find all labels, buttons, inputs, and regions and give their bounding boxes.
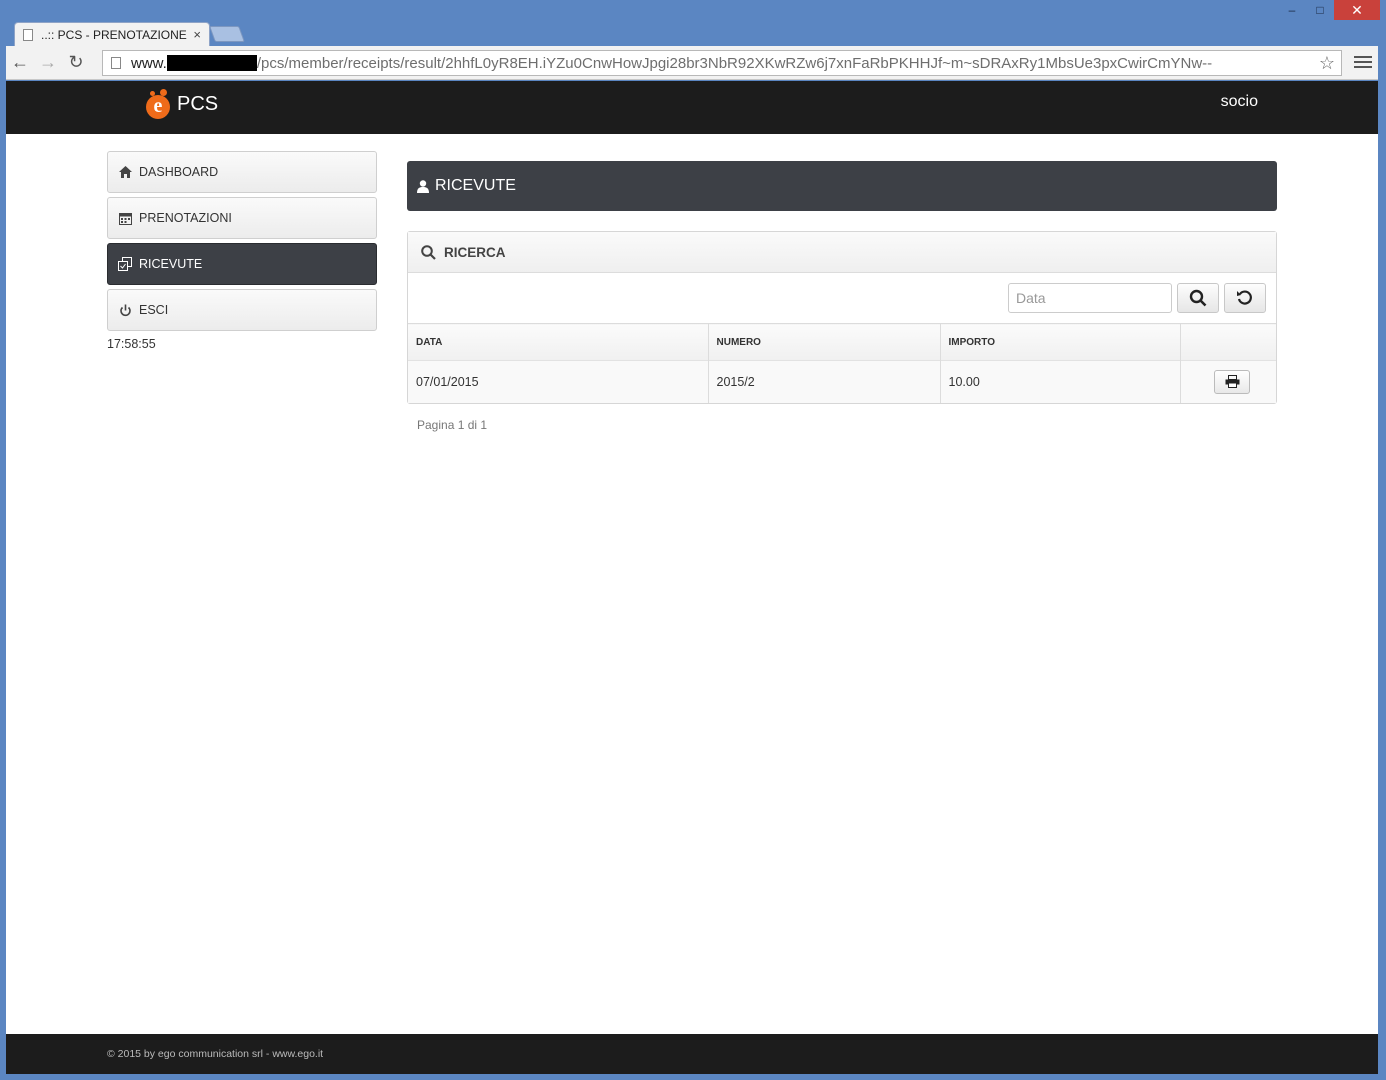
page-title: RICEVUTE: [435, 177, 516, 194]
minimize-button[interactable]: –: [1278, 0, 1306, 20]
app-topbar: e PCS socio: [6, 81, 1378, 134]
browser-menu-icon[interactable]: [1354, 52, 1372, 72]
url-host: www.: [131, 54, 167, 72]
footer-copyright: © 2015 by ego communication srl - www.eg…: [107, 1048, 324, 1060]
pagination-info: Pagina 1 di 1: [417, 417, 488, 432]
page-header: RICEVUTE: [407, 161, 1277, 211]
back-button[interactable]: ←: [6, 49, 34, 77]
page-icon: [111, 57, 121, 69]
sidebar-item-dashboard[interactable]: DASHBOARD: [107, 151, 377, 193]
browser-window: – □ ✕ ..:: PCS - PRENOTAZIONE × ← → ↻ ww…: [0, 0, 1386, 1080]
print-icon: [1225, 375, 1240, 389]
forward-button[interactable]: →: [34, 49, 62, 77]
clock: 17:58:55: [107, 337, 156, 351]
maximize-button[interactable]: □: [1306, 0, 1334, 20]
reset-button[interactable]: [1224, 283, 1266, 313]
cell-data: 07/01/2015: [408, 360, 709, 403]
table-row: 07/01/2015 2015/2 10.00: [408, 360, 1276, 403]
table-header-row: DATA NUMERO IMPORTO: [408, 323, 1276, 361]
search-icon: [1189, 289, 1207, 307]
receipts-icon: [118, 257, 132, 271]
column-header-numero[interactable]: NUMERO: [708, 323, 941, 361]
bookmark-star-icon[interactable]: ☆: [1319, 53, 1335, 74]
sidebar-item-label: DASHBOARD: [139, 165, 219, 179]
receipts-table: DATA NUMERO IMPORTO 07/01/2015 2015/2 10…: [408, 323, 1276, 403]
date-input[interactable]: [1008, 283, 1172, 313]
search-icon: [421, 244, 436, 260]
page-icon: [23, 28, 33, 41]
tab-strip: ..:: PCS - PRENOTAZIONE ×: [6, 20, 1378, 46]
cell-numero: 2015/2: [708, 360, 941, 403]
tab-title: ..:: PCS - PRENOTAZIONE: [41, 27, 187, 42]
new-tab-button[interactable]: [209, 26, 245, 42]
sidebar-item-prenotazioni[interactable]: PRENOTAZIONI: [107, 197, 377, 239]
main-content: RICEVUTE RICERCA Data DATA NUMERO IMPORT…: [407, 161, 1277, 432]
window-close-button[interactable]: ✕: [1334, 0, 1380, 20]
sidebar-item-label: RICEVUTE: [139, 257, 203, 271]
tab-close-icon[interactable]: ×: [193, 27, 201, 42]
cell-importo: 10.00: [940, 360, 1181, 403]
search-row: [408, 273, 1276, 323]
window-controls: – □ ✕: [1278, 0, 1380, 22]
column-header-importo[interactable]: IMPORTO: [940, 323, 1181, 361]
sidebar-item-ricevute[interactable]: RICEVUTE: [107, 243, 377, 285]
sidebar-item-label: PRENOTAZIONI: [139, 211, 232, 225]
browser-tab[interactable]: ..:: PCS - PRENOTAZIONE ×: [14, 22, 210, 46]
cell-actions: [1180, 360, 1276, 403]
ego-logo-icon: e: [146, 89, 172, 119]
url-path: /pcs/member/receipts/result/2hhfL0yR8EH.…: [256, 54, 1213, 72]
search-panel-title: RICERCA: [444, 244, 506, 260]
sidebar-item-esci[interactable]: ESCI: [107, 289, 377, 331]
sidebar: DASHBOARD PRENOTAZIONI RICEVUTE ESCI 17:…: [107, 151, 377, 351]
search-panel: RICERCA DATA NUMERO: [407, 231, 1277, 404]
home-icon: [118, 165, 132, 179]
calendar-icon: [118, 211, 132, 225]
redacted-domain: [166, 55, 257, 71]
column-header-actions: [1180, 323, 1276, 361]
column-header-data[interactable]: DATA: [408, 323, 709, 361]
sidebar-item-label: ESCI: [139, 303, 169, 317]
user-menu[interactable]: socio: [1221, 93, 1258, 111]
refresh-icon: [1237, 290, 1252, 305]
reload-button[interactable]: ↻: [62, 49, 90, 77]
print-button[interactable]: [1214, 369, 1251, 394]
brand-name: PCS: [177, 92, 219, 115]
search-panel-header: RICERCA: [408, 232, 1276, 273]
footer: © 2015 by ego communication srl - www.eg…: [6, 1034, 1378, 1074]
browser-toolbar: ← → ↻ www. /pcs/member/receipts/result/2…: [6, 46, 1378, 80]
page-viewport: e PCS socio DASHBOARD PRENOTAZIONI RICEV…: [6, 81, 1378, 1074]
search-button[interactable]: [1177, 283, 1219, 313]
brand[interactable]: e PCS: [146, 89, 218, 119]
user-icon: [417, 179, 429, 193]
address-bar[interactable]: www. /pcs/member/receipts/result/2hhfL0y…: [102, 50, 1342, 76]
power-icon: [118, 303, 132, 317]
